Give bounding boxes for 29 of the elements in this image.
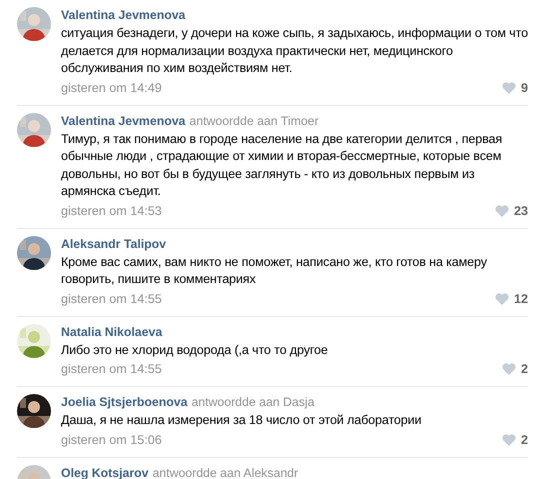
reply-to-label[interactable]: antwoordde aan Dasja <box>191 394 314 410</box>
comment-text: Кроме вас самих, вам никто не поможет, написано же, кто готов на камеру говорить, пишите в комментариях <box>61 254 488 288</box>
comment-time[interactable]: gisteren om 14:49 <box>61 78 162 96</box>
author-name[interactable]: Valentina Jevmenova <box>61 112 186 128</box>
comment-time[interactable]: gisteren om 14:55 <box>61 290 162 308</box>
heart-icon[interactable] <box>502 434 516 446</box>
comment-time[interactable]: gisteren om 14:55 <box>61 360 162 378</box>
heart-icon[interactable] <box>494 204 509 216</box>
comment-text: Тимур, я так понимаю в городе население на две категории делится , первая обычные люди , страдающие от химии и вторая-бессмертные, которые всем довольны, но вот бы в будущее заглянуть - кто из довольных первым из армянска съедит. <box>61 130 503 200</box>
comment-text: Либо это не хлорид водорода (,а что то другое <box>61 342 329 359</box>
like-count: 23 <box>514 202 528 220</box>
heart-icon[interactable] <box>502 82 516 94</box>
like-count: 9 <box>520 80 528 96</box>
comment-time[interactable]: gisteren om 15:06 <box>61 430 162 448</box>
heart-icon[interactable] <box>502 363 516 375</box>
author-name[interactable]: Aleksandr Talipov <box>61 236 166 252</box>
comment-text: ситуация безнадеги, у дочери на коже сыпь, я задыхаюсь, информации о том что делается для нормализации воздуха практически нет, медицинского обслуживания по хим воздействиям нет. <box>61 25 528 77</box>
like-count: 2 <box>520 432 528 448</box>
reply-to-label[interactable]: antwoordde aan Aleksandr <box>152 464 298 479</box>
like-count: 12 <box>514 290 528 308</box>
comment-time[interactable]: gisteren om 14:53 <box>61 202 162 220</box>
author-name[interactable]: Valentina Jevmenova <box>61 7 186 23</box>
reply-to-label[interactable]: antwoordde aan Timoer <box>189 112 319 128</box>
author-name[interactable]: Oleg Kotsjarov <box>61 464 148 479</box>
author-name[interactable]: Joelia Sjtsjerboenova <box>61 394 188 410</box>
heart-icon[interactable] <box>494 292 509 304</box>
comment-text: Даша, я не нашла измерения за 18 число от этой лаборатории <box>61 412 422 429</box>
like-count: 2 <box>520 361 528 378</box>
author-name[interactable]: Natalia Nikolaeva <box>61 324 162 340</box>
